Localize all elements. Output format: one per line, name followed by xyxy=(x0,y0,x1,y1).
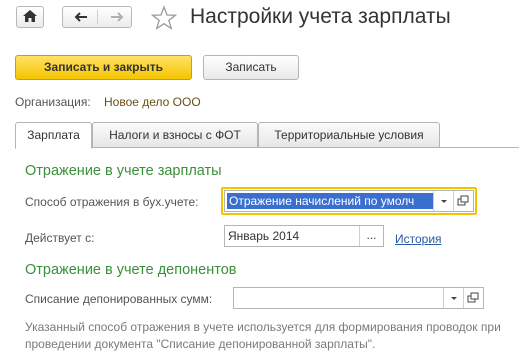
chevron-down-icon xyxy=(451,297,457,300)
tab-territorial[interactable]: Территориальные условия xyxy=(258,122,440,148)
star-icon[interactable] xyxy=(151,5,177,31)
nav-divider xyxy=(97,10,98,24)
history-link[interactable]: История xyxy=(395,232,442,246)
writeoff-open-button[interactable] xyxy=(463,288,483,308)
method-label: Способ отражения в бух.учете: xyxy=(25,195,199,209)
open-window-icon xyxy=(467,292,479,303)
info-note: Указанный способ отражения в учете испол… xyxy=(25,320,501,351)
home-button[interactable] xyxy=(16,6,44,28)
tab-salary[interactable]: Зарплата xyxy=(15,122,92,149)
method-open-button[interactable] xyxy=(453,191,473,211)
effective-date-label: Действует с: xyxy=(25,231,95,245)
page-title: Настройки учета зарплаты xyxy=(190,5,451,28)
tab-taxes[interactable]: Налоги и взносы с ФОТ xyxy=(92,122,258,148)
history-nav xyxy=(62,6,132,28)
writeoff-label: Списание депонированных сумм: xyxy=(25,292,213,306)
method-dropdown-button[interactable] xyxy=(433,191,453,211)
salary-section-heading: Отражение в учете зарплаты xyxy=(25,163,222,179)
effective-date-value[interactable]: Январь 2014 xyxy=(228,229,299,243)
select-period-button[interactable]: ... xyxy=(359,226,383,246)
organization-label: Организация: xyxy=(15,95,91,109)
arrow-left-icon[interactable] xyxy=(71,10,91,24)
chevron-down-icon xyxy=(441,200,447,203)
method-value[interactable]: Отражение начислений по умолч xyxy=(227,193,433,209)
save-button[interactable]: Записать xyxy=(203,55,299,80)
arrow-right-icon[interactable] xyxy=(107,10,127,24)
save-and-close-button[interactable]: Записать и закрыть xyxy=(15,55,192,80)
open-window-icon xyxy=(457,195,469,206)
method-combobox[interactable]: Отражение начислений по умолч xyxy=(224,190,474,212)
effective-date-field[interactable]: Январь 2014 ... xyxy=(224,225,384,247)
writeoff-combobox[interactable] xyxy=(233,287,484,309)
organization-value: Новое дело ООО xyxy=(104,95,201,109)
home-icon xyxy=(23,10,37,22)
writeoff-dropdown-button[interactable] xyxy=(443,288,463,308)
deposit-section-heading: Отражение в учете депонентов xyxy=(25,262,237,278)
